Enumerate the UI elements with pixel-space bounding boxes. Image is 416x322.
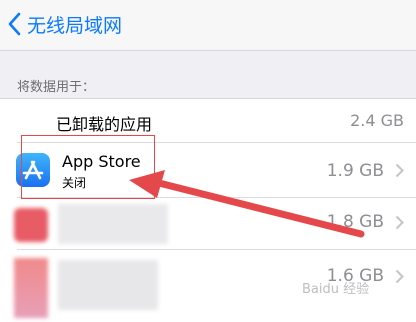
blurred-app-name <box>58 260 158 310</box>
blurred-app-icon <box>14 208 48 242</box>
section-header: 将数据用于： <box>17 80 96 95</box>
back-button[interactable]: 无线局域网 <box>27 11 122 38</box>
chevron-right-icon <box>395 269 404 284</box>
back-chevron-icon[interactable] <box>8 12 22 36</box>
row-value: 2.4 GB <box>350 111 404 130</box>
chevron-right-icon <box>395 163 404 178</box>
annotation-arrow <box>129 170 365 238</box>
navigation-bar: 无线局域网 <box>0 0 416 51</box>
blurred-app-icon <box>14 258 48 318</box>
row-title: 已卸载的应用 <box>56 115 153 134</box>
chevron-right-icon <box>395 215 404 230</box>
watermark: Baidu 经验 <box>302 282 370 297</box>
